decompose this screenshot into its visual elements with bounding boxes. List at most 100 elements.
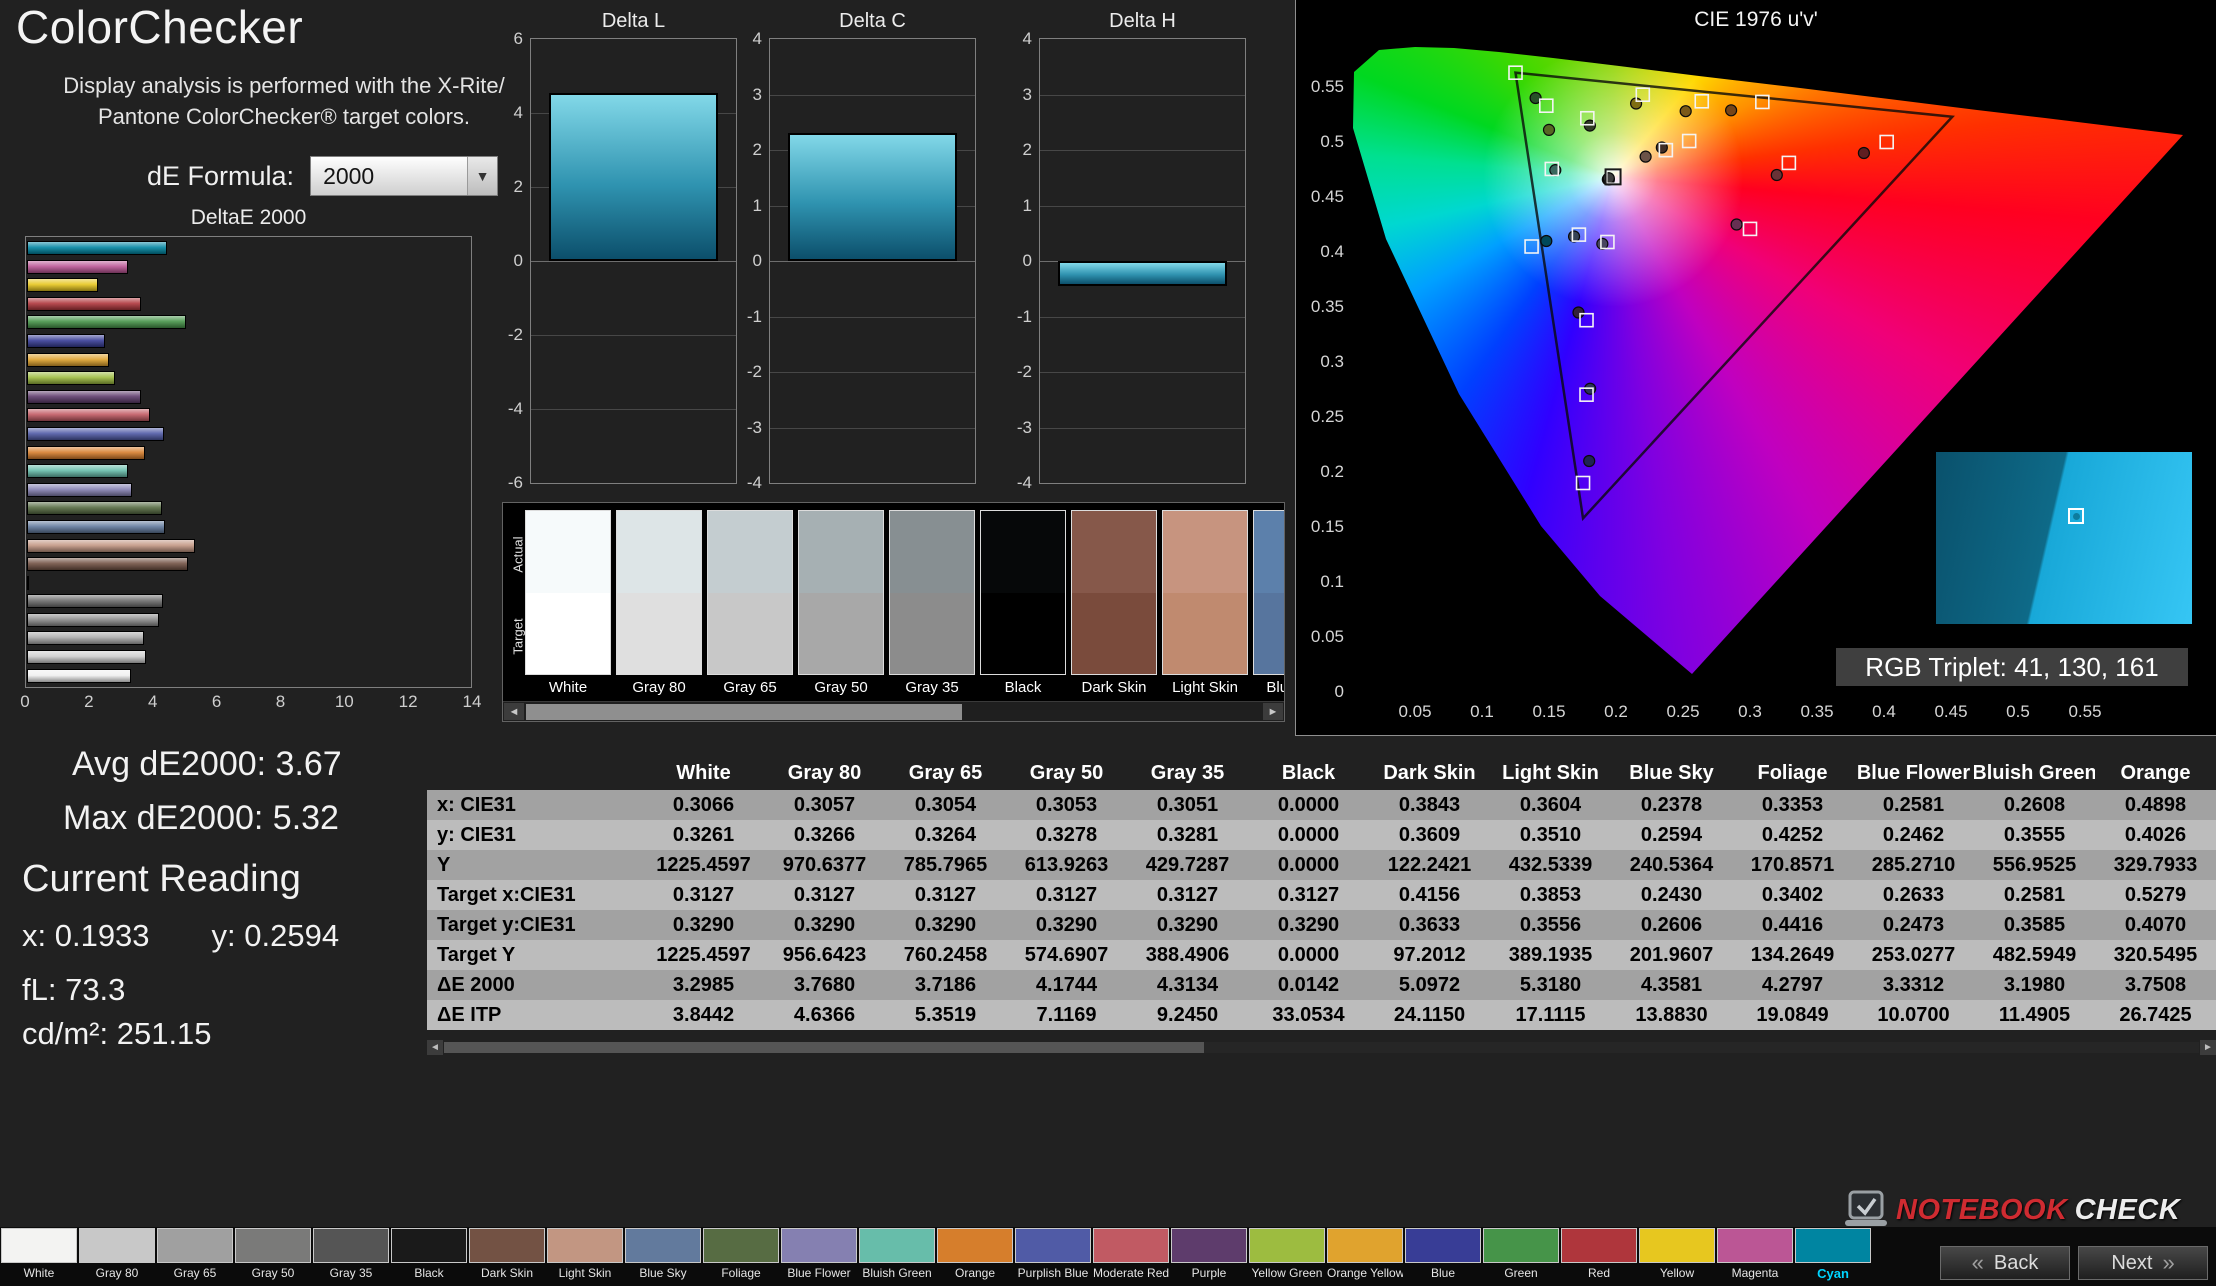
patch-red[interactable]: Red — [1560, 1227, 1638, 1281]
de-formula-dropdown[interactable]: 2000 ▼ — [310, 156, 498, 196]
patch-gray-80[interactable]: Gray 80 — [78, 1227, 156, 1281]
deltae-bar-row — [27, 297, 469, 311]
logo-text-notebook: NOTEBOOK — [1896, 1194, 2068, 1227]
row-label: ΔE 2000 — [427, 970, 643, 1000]
value-cell: 0.3127 — [1127, 880, 1248, 910]
column-header-gray-65: Gray 65 — [885, 756, 1006, 790]
gridline — [1040, 206, 1245, 207]
patch-bluish-green[interactable]: Bluish Green — [858, 1227, 936, 1281]
swatch-column-gray-65[interactable]: Gray 65 — [707, 510, 793, 696]
back-button-label: Back — [1994, 1252, 2038, 1275]
target-swatch — [617, 593, 701, 674]
deltae-bar-foliage — [27, 501, 162, 515]
value-cell: 3.7680 — [764, 970, 885, 1000]
deltae-bar-row — [27, 390, 469, 404]
patch-black[interactable]: Black — [390, 1227, 468, 1281]
y-tick-label: 6 — [485, 29, 523, 49]
de-formula-value: 2000 — [311, 157, 467, 195]
max-de2000-stat: Max dE2000: 5.32 — [63, 799, 339, 838]
patch-blue-sky[interactable]: Blue Sky — [624, 1227, 702, 1281]
scroll-right-icon[interactable]: ► — [1263, 703, 1283, 720]
deltae-x-tick: 0 — [20, 692, 29, 712]
back-button[interactable]: « Back — [1940, 1246, 2070, 1280]
patch-orange-yellow[interactable]: Orange Yellow — [1326, 1227, 1404, 1281]
patch-magenta[interactable]: Magenta — [1716, 1227, 1794, 1281]
swatch-column-gray-50[interactable]: Gray 50 — [798, 510, 884, 696]
patch-purplish-blue[interactable]: Purplish Blue — [1014, 1227, 1092, 1281]
deltae2000-chart-title: DeltaE 2000 — [25, 206, 472, 230]
patch-gray-50[interactable]: Gray 50 — [234, 1227, 312, 1281]
column-header-dark-skin: Dark Skin — [1369, 756, 1490, 790]
patch-moderate-red[interactable]: Moderate Red — [1092, 1227, 1170, 1281]
swatch-column-light-skin[interactable]: Light Skin — [1162, 510, 1248, 696]
gridline — [770, 428, 975, 429]
patch-white[interactable]: White — [0, 1227, 78, 1281]
value-cell: 0.4898 — [2095, 790, 2216, 820]
swatch-column-white[interactable]: White — [525, 510, 611, 696]
swatch-column-dark-skin[interactable]: Dark Skin — [1071, 510, 1157, 696]
patch-cyan[interactable]: Cyan — [1794, 1227, 1872, 1282]
swatch-column-gray-80[interactable]: Gray 80 — [616, 510, 702, 696]
swatch-column-black[interactable]: Black — [980, 510, 1066, 696]
scroll-right-icon[interactable]: ► — [2200, 1040, 2216, 1055]
y-tick-label: 0 — [724, 251, 762, 271]
value-cell: 0.3261 — [643, 820, 764, 850]
swatch-stack — [1071, 510, 1157, 675]
patch-label: Gray 50 — [235, 1266, 311, 1280]
patch-color — [1795, 1228, 1871, 1263]
column-header-gray-50: Gray 50 — [1006, 756, 1127, 790]
patch-light-skin[interactable]: Light Skin — [546, 1227, 624, 1281]
deltae-bar-row — [27, 446, 469, 460]
scrollbar-thumb[interactable] — [526, 704, 962, 720]
value-cell: 0.3266 — [764, 820, 885, 850]
swatch-label: Blue Sky — [1253, 679, 1285, 696]
patch-yellow-green[interactable]: Yellow Green — [1248, 1227, 1326, 1281]
scrollbar-thumb[interactable] — [444, 1042, 1204, 1053]
patch-gray-65[interactable]: Gray 65 — [156, 1227, 234, 1281]
deltae-x-tick: 10 — [335, 692, 354, 712]
swatch-column-gray-35[interactable]: Gray 35 — [889, 510, 975, 696]
table-row--e-2000: ΔE 20003.29853.76803.71864.17444.31340.0… — [427, 970, 2216, 1000]
deltae-bar-row — [27, 464, 469, 478]
patch-label: Magenta — [1717, 1266, 1793, 1280]
gridline — [1040, 317, 1245, 318]
cie-y-tick: 0.25 — [1298, 407, 1344, 427]
patch-yellow[interactable]: Yellow — [1638, 1227, 1716, 1281]
table-scrollbar[interactable]: ◄ ► — [427, 1040, 2216, 1055]
patch-dark-skin[interactable]: Dark Skin — [468, 1227, 546, 1281]
patch-gray-35[interactable]: Gray 35 — [312, 1227, 390, 1281]
value-cell: 574.6907 — [1006, 940, 1127, 970]
column-header-blue-flower: Blue Flower — [1853, 756, 1974, 790]
value-cell: 4.2797 — [1732, 970, 1853, 1000]
deltae-bar-purple — [27, 390, 141, 404]
target-point-cyan — [1525, 240, 1538, 253]
value-cell: 432.5339 — [1490, 850, 1611, 880]
value-cell: 26.7425 — [2095, 1000, 2216, 1030]
patch-blue[interactable]: Blue — [1404, 1227, 1482, 1281]
value-cell: 0.0142 — [1248, 970, 1369, 1000]
patch-purple[interactable]: Purple — [1170, 1227, 1248, 1281]
value-cell: 956.6423 — [764, 940, 885, 970]
y-tick-label: -6 — [485, 473, 523, 493]
column-header-black: Black — [1248, 756, 1369, 790]
value-cell: 429.7287 — [1127, 850, 1248, 880]
current-cdm2-value: cd/m²: 251.15 — [22, 1016, 212, 1052]
patch-foliage[interactable]: Foliage — [702, 1227, 780, 1281]
table-row-target-y-cie31: Target y:CIE310.32900.32900.32900.32900.… — [427, 910, 2216, 940]
patch-green[interactable]: Green — [1482, 1227, 1560, 1281]
target-row-label: Target — [511, 602, 526, 672]
patch-orange[interactable]: Orange — [936, 1227, 1014, 1281]
deltae-bar-row — [27, 669, 469, 683]
patch-blue-flower[interactable]: Blue Flower — [780, 1227, 858, 1281]
delta-l-bar — [549, 93, 717, 261]
target-swatch — [1163, 593, 1247, 674]
swatch-scrollbar[interactable]: ◄ ► — [503, 701, 1284, 721]
patch-color — [1, 1228, 77, 1263]
cie-y-tick: 0 — [1298, 682, 1344, 702]
next-button[interactable]: Next » — [2078, 1246, 2208, 1280]
scroll-left-icon[interactable]: ◄ — [504, 703, 524, 720]
swatch-column-blue-sky[interactable]: Blue Sky — [1253, 510, 1285, 696]
patch-color — [1327, 1228, 1403, 1263]
scroll-left-icon[interactable]: ◄ — [427, 1040, 443, 1055]
patch-color — [313, 1228, 389, 1263]
